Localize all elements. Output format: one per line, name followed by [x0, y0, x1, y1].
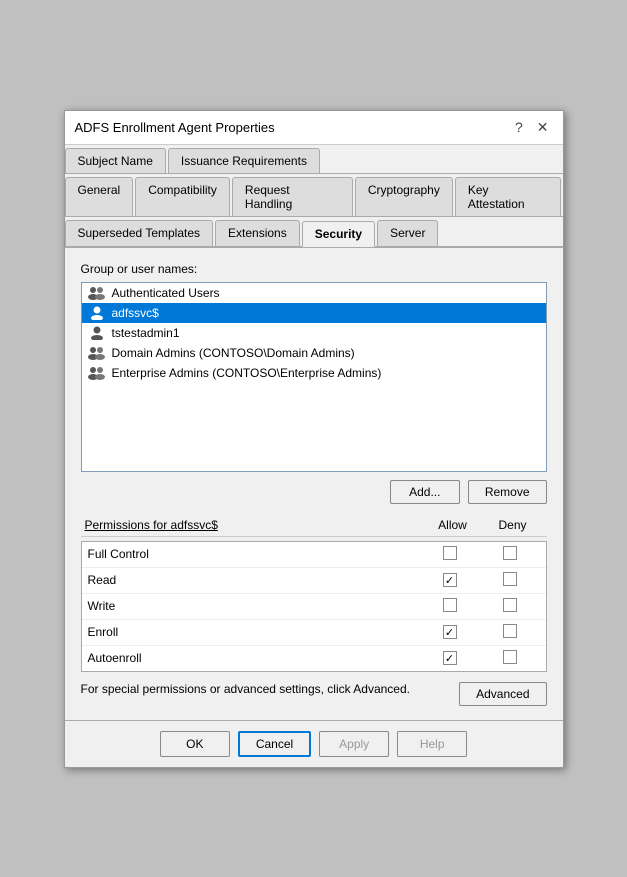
allow-col-header: Allow: [423, 518, 483, 532]
perm-row-full-control: Full Control: [82, 542, 546, 568]
tab-general[interactable]: General: [65, 177, 134, 216]
dialog-title: ADFS Enrollment Agent Properties: [75, 120, 275, 135]
deny-checkbox-full-control[interactable]: [480, 546, 540, 563]
allow-checkbox-enroll[interactable]: [420, 625, 480, 640]
add-button[interactable]: Add...: [390, 480, 460, 504]
advanced-button[interactable]: Advanced: [459, 682, 546, 706]
tab-server[interactable]: Server: [377, 220, 438, 246]
perm-name: Autoenroll: [88, 651, 420, 665]
checkbox[interactable]: [503, 546, 517, 560]
remove-button[interactable]: Remove: [468, 480, 547, 504]
checkbox[interactable]: [443, 625, 457, 639]
list-item[interactable]: Enterprise Admins (CONTOSO\Enterprise Ad…: [82, 363, 546, 383]
checkbox[interactable]: [443, 651, 457, 665]
checkbox[interactable]: [503, 598, 517, 612]
group-section-label: Group or user names:: [81, 262, 547, 276]
deny-checkbox-read[interactable]: [480, 572, 540, 589]
user-icon: [88, 326, 106, 340]
title-bar: ADFS Enrollment Agent Properties ? ✕: [65, 111, 563, 145]
perm-name: Full Control: [88, 547, 420, 561]
group-icon: [88, 286, 106, 300]
tab-row-2: General Compatibility Request Handling C…: [65, 174, 563, 217]
allow-checkbox-autoenroll[interactable]: [420, 651, 480, 666]
tab-cryptography[interactable]: Cryptography: [355, 177, 453, 216]
allow-checkbox-read[interactable]: [420, 573, 480, 588]
group-list[interactable]: Authenticated Users adfssvc$ tstestadmin…: [81, 282, 547, 472]
bottom-bar: OK Cancel Apply Help: [65, 720, 563, 767]
list-item[interactable]: adfssvc$: [82, 303, 546, 323]
add-remove-row: Add... Remove: [81, 480, 547, 504]
checkbox[interactable]: [443, 573, 457, 587]
allow-checkbox-full-control[interactable]: [420, 546, 480, 563]
tab-subject-name[interactable]: Subject Name: [65, 148, 166, 173]
allow-checkbox-write[interactable]: [420, 598, 480, 615]
ok-button[interactable]: OK: [160, 731, 230, 757]
checkbox[interactable]: [503, 572, 517, 586]
tab-key-attestation[interactable]: Key Attestation: [455, 177, 561, 216]
tab-extensions[interactable]: Extensions: [215, 220, 300, 246]
tab-content: Group or user names: Authenticated Users…: [65, 248, 563, 720]
deny-checkbox-autoenroll[interactable]: [480, 650, 540, 667]
perm-row-enroll: Enroll: [82, 620, 546, 646]
perm-row-write: Write: [82, 594, 546, 620]
checkbox[interactable]: [443, 546, 457, 560]
tab-issuance-requirements[interactable]: Issuance Requirements: [168, 148, 320, 173]
perm-name: Write: [88, 599, 420, 613]
user-icon: [88, 306, 106, 320]
permissions-header: Permissions for adfssvc$ Allow Deny: [81, 518, 547, 537]
tab-security[interactable]: Security: [302, 221, 375, 247]
group-icon: [88, 366, 106, 380]
list-item[interactable]: Domain Admins (CONTOSO\Domain Admins): [82, 343, 546, 363]
apply-button[interactable]: Apply: [319, 731, 389, 757]
list-item[interactable]: tstestadmin1: [82, 323, 546, 343]
close-button[interactable]: ✕: [533, 119, 553, 136]
advanced-row: For special permissions or advanced sett…: [81, 682, 547, 706]
perm-row-read: Read: [82, 568, 546, 594]
permissions-table: Full Control Read Write: [81, 541, 547, 672]
tabs-container: Subject Name Issuance Requirements Gener…: [65, 145, 563, 248]
advanced-text: For special permissions or advanced sett…: [81, 682, 450, 696]
perm-row-autoenroll: Autoenroll: [82, 646, 546, 671]
help-button[interactable]: ?: [511, 119, 527, 135]
list-item[interactable]: Authenticated Users: [82, 283, 546, 303]
dialog-window: ADFS Enrollment Agent Properties ? ✕ Sub…: [64, 110, 564, 768]
tab-row-1: Subject Name Issuance Requirements: [65, 145, 563, 174]
checkbox[interactable]: [503, 650, 517, 664]
perm-name: Enroll: [88, 625, 420, 639]
deny-checkbox-enroll[interactable]: [480, 624, 540, 641]
title-bar-buttons: ? ✕: [511, 119, 553, 136]
tab-compatibility[interactable]: Compatibility: [135, 177, 230, 216]
tab-row-3: Superseded Templates Extensions Security…: [65, 217, 563, 247]
help-button-footer[interactable]: Help: [397, 731, 467, 757]
perm-name: Read: [88, 573, 420, 587]
checkbox[interactable]: [443, 598, 457, 612]
cancel-button[interactable]: Cancel: [238, 731, 311, 757]
tab-request-handling[interactable]: Request Handling: [232, 177, 353, 216]
tab-superseded-templates[interactable]: Superseded Templates: [65, 220, 214, 246]
deny-col-header: Deny: [483, 518, 543, 532]
checkbox[interactable]: [503, 624, 517, 638]
deny-checkbox-write[interactable]: [480, 598, 540, 615]
permissions-label: Permissions for adfssvc$: [85, 518, 423, 532]
group-icon: [88, 346, 106, 360]
